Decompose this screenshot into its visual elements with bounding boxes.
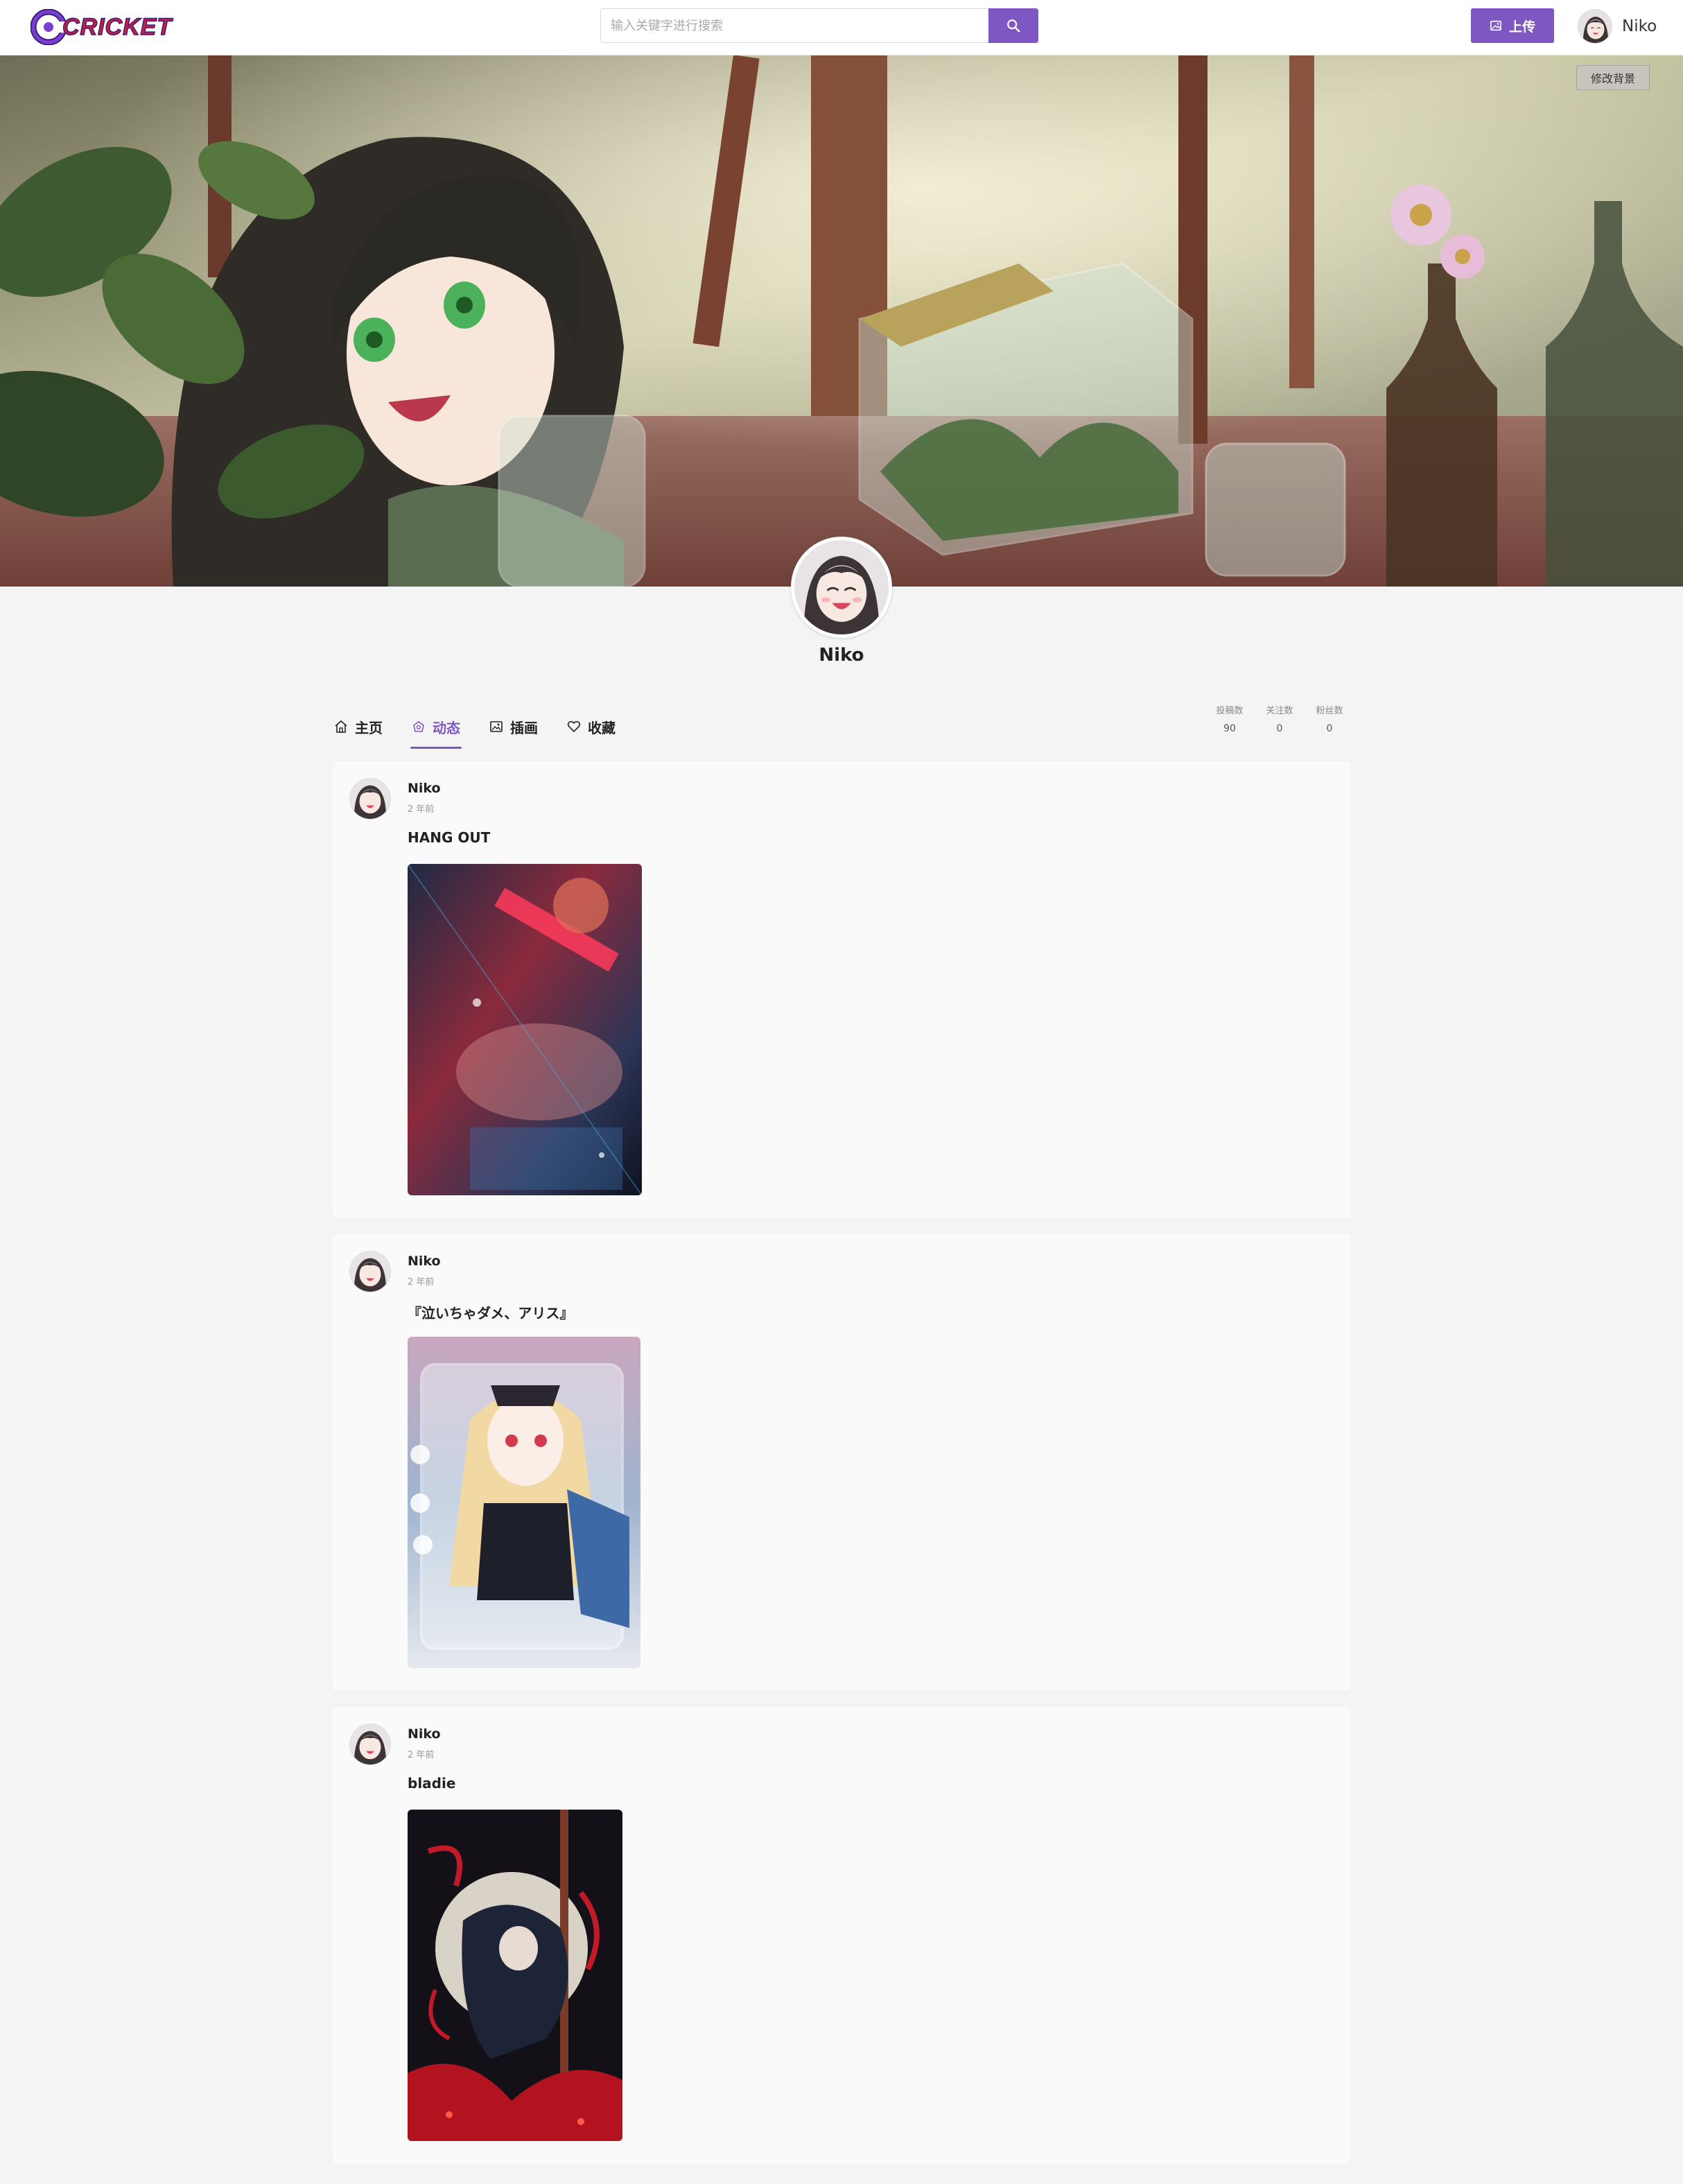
- feed-post: Niko 2 年前 bladie: [333, 1707, 1350, 2163]
- profile-stats: 投稿数 90 关注数 0 粉丝数 0: [1212, 703, 1348, 734]
- post-author-avatar[interactable]: [349, 778, 391, 820]
- tab-illustration[interactable]: 插画: [488, 704, 539, 749]
- stat-following[interactable]: 关注数 0: [1262, 703, 1298, 734]
- user-menu[interactable]: Niko: [1578, 9, 1657, 44]
- activity-icon: [413, 721, 424, 732]
- search-icon: [1007, 19, 1020, 33]
- post-timestamp: 2 年前: [408, 1277, 435, 1288]
- profile-banner-image: [0, 55, 1683, 587]
- profile-tabs: 主页 动态 插画 收藏: [333, 704, 617, 749]
- post-title: bladie: [408, 1775, 456, 1792]
- search-button[interactable]: [988, 8, 1038, 43]
- image-icon: [490, 721, 503, 732]
- feed-post: Niko 2 年前 HANG OUT: [333, 761, 1350, 1217]
- edit-background-button[interactable]: 修改背景: [1576, 65, 1650, 90]
- search-input[interactable]: [600, 8, 988, 43]
- stat-value: 90: [1223, 723, 1236, 734]
- user-name: Niko: [1622, 17, 1657, 35]
- stat-posts[interactable]: 投稿数 90: [1212, 703, 1248, 734]
- tab-home[interactable]: 主页: [333, 704, 384, 749]
- cricket-logo[interactable]: CRICKET: [30, 7, 172, 47]
- tab-illustration-label: 插画: [510, 719, 538, 736]
- upload-image-icon: [1490, 20, 1501, 31]
- profile-avatar: [791, 537, 892, 638]
- post-title: 『泣いちゃダメ、アリス』: [408, 1305, 574, 1321]
- feed-post: Niko 2 年前 『泣いちゃダメ、アリス』: [333, 1234, 1350, 1690]
- tab-activity-label: 动态: [433, 719, 460, 736]
- post-artwork-image[interactable]: [408, 1337, 640, 1668]
- tab-home-label: 主页: [355, 719, 383, 736]
- top-navbar: CRICKET 上传: [0, 0, 1683, 55]
- stat-followers[interactable]: 粉丝数 0: [1311, 703, 1348, 734]
- logo-mark-icon: [30, 9, 67, 45]
- stat-label: 粉丝数: [1316, 706, 1343, 716]
- stat-label: 关注数: [1266, 706, 1293, 716]
- stat-value: 0: [1276, 723, 1283, 734]
- post-timestamp: 2 年前: [408, 1750, 435, 1760]
- upload-button[interactable]: 上传: [1471, 8, 1554, 43]
- upload-label: 上传: [1508, 19, 1535, 35]
- tab-favorites-label: 收藏: [588, 719, 616, 736]
- stat-value: 0: [1326, 723, 1333, 734]
- post-author-name[interactable]: Niko: [408, 1254, 441, 1269]
- stat-label: 投稿数: [1216, 706, 1244, 716]
- post-title: HANG OUT: [408, 829, 491, 846]
- post-author-name[interactable]: Niko: [408, 1726, 441, 1742]
- home-icon: [335, 720, 347, 733]
- post-timestamp: 2 年前: [408, 804, 435, 815]
- avatar: [1578, 9, 1612, 44]
- heart-icon: [567, 720, 581, 733]
- post-artwork-image[interactable]: [408, 864, 642, 1195]
- post-artwork-image[interactable]: [408, 1810, 622, 2141]
- tab-activity[interactable]: 动态: [410, 704, 462, 749]
- tab-favorites[interactable]: 收藏: [566, 704, 617, 749]
- profile-name: Niko: [819, 645, 864, 666]
- logo-text: CRICKET: [62, 13, 173, 41]
- post-author-avatar[interactable]: [349, 1251, 391, 1292]
- post-author-avatar[interactable]: [349, 1724, 391, 1765]
- post-author-name[interactable]: Niko: [408, 781, 441, 796]
- search-bar: [600, 8, 1038, 43]
